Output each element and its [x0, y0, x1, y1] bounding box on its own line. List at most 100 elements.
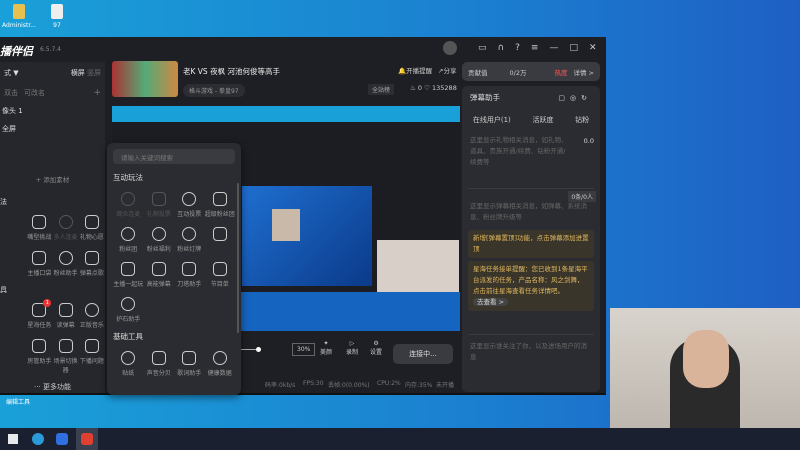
edge-icon[interactable] [32, 433, 44, 445]
tool-item[interactable]: 嘴型挑战 [26, 215, 52, 241]
portrait-tab[interactable]: 竖屏 [87, 69, 101, 77]
scene-tab[interactable]: 可改名 [24, 88, 45, 98]
tool-item[interactable]: 读弹幕 [53, 303, 79, 329]
popup-item[interactable]: 粉丝福利 [144, 227, 175, 253]
popup-tool[interactable]: 贴纸 [113, 351, 144, 377]
popup-item[interactable]: 护石助手 [113, 297, 144, 323]
rank-button[interactable]: 全站榜 [368, 84, 395, 95]
tool-item[interactable]: 正版音乐 [79, 303, 105, 329]
category-tag[interactable]: 格斗游戏 - 拳皇97 [183, 84, 245, 97]
right-panel: 贡献值 0/2万 热度 详情 > 弹幕助手 ▢◎↻ 在线用户(1) 活跃度 钻粉 这里显示礼… [462, 62, 600, 392]
stream-cover[interactable] [112, 61, 178, 97]
landscape-tab[interactable]: 横屏 [71, 69, 85, 77]
follow-message-placeholder: 这里显示谁关注了你，以及进场用户的消息 [468, 334, 594, 369]
tool-item[interactable]: 多人连麦 [53, 215, 79, 241]
tool-item[interactable]: 场景切换器 [53, 339, 79, 374]
section-basic-tools: 基础工具 [113, 332, 143, 341]
detail-link[interactable]: 详情 > [573, 67, 594, 77]
pin-feature-notice: 新增[弹幕置顶]功能，点击弹幕添加进置顶 [468, 230, 594, 258]
contribution-progress: 0/2万 [509, 68, 527, 77]
tool-item[interactable]: 下播问题 [79, 339, 105, 374]
maximize-icon[interactable]: □ [569, 43, 578, 53]
add-material-button[interactable]: + 添加素材 [0, 174, 105, 184]
popup-item[interactable]: 超级粉丝团 [205, 192, 236, 218]
app-icon[interactable] [56, 433, 68, 445]
gift-message-placeholder: 这里显示礼物相关消息，如礼物、道具、贵族开通/续费、钻粉开通/续费等 [470, 136, 568, 166]
app-logo: 播伴侣 [0, 45, 33, 58]
tool-item[interactable]: 弹幕点歌 [79, 251, 105, 277]
popup-item[interactable]: 刀塔助手 [174, 262, 205, 288]
assistant-tool-icons[interactable]: ▢◎↻ [558, 94, 592, 102]
popup-item[interactable] [205, 227, 236, 253]
tab-activity[interactable]: 活跃度 [532, 115, 553, 125]
record-button[interactable]: ▷ 录制 [346, 340, 358, 356]
remind-button[interactable]: 🔔开播提醒 [398, 65, 432, 75]
stream-title[interactable]: 老K VS 夜枫 河池何俊等高手 [183, 66, 280, 77]
fps: FPS:30 [303, 380, 324, 387]
zoom-value[interactable]: 30% [292, 343, 316, 356]
menu-icon[interactable]: ≡ [531, 43, 539, 53]
add-scene-button[interactable]: + [93, 88, 101, 98]
help-icon[interactable]: ? [515, 43, 520, 53]
tab-diamond-fans[interactable]: 钻粉 [575, 115, 589, 125]
zoom-slider-handle[interactable] [256, 347, 261, 352]
tool-item[interactable]: 粉丝助手 [53, 251, 79, 277]
tab-online-users[interactable]: 在线用户(1) [473, 115, 511, 125]
beauty-icon: ✦ [323, 340, 329, 347]
mode-dropdown[interactable]: 式 ▼ [4, 68, 19, 78]
tool-item[interactable]: 礼物心愿 [79, 215, 105, 241]
cpu: CPU:2% [377, 380, 401, 387]
settings-button[interactable]: ⚙ 设置 [370, 340, 382, 356]
desktop-icon-97[interactable]: 97 [38, 4, 76, 29]
function-search-input[interactable]: 请输入关键词搜索 [113, 149, 235, 164]
source-item[interactable]: 全屏 [0, 120, 105, 138]
section-title: 法 [0, 198, 7, 206]
popup-tool[interactable]: 健康数据 [205, 351, 236, 377]
desktop-label: 编辑工具 [6, 399, 31, 406]
popup-item[interactable]: 互动投票 [174, 192, 205, 218]
xinghai-task-notice: 星海任务接单提醒：您已收到1条星海平台派发的任务，产品名称：风之剑舞，点击前往星… [468, 261, 594, 311]
tool-item-xinghai[interactable]: 1 星海任务 [26, 299, 52, 329]
close-icon[interactable]: ✕ [589, 43, 597, 53]
popup-item[interactable]: 礼物投票 [144, 192, 175, 218]
gift-value: 0.0 [583, 137, 594, 145]
chat-icon[interactable]: ▭ [478, 43, 487, 53]
desktop-icon-admin[interactable]: Administr... [0, 4, 38, 29]
app-version: 6.5.7.4 [40, 46, 61, 53]
tool-item[interactable]: 房管助手 [26, 339, 52, 374]
tool-item[interactable]: 主播口袋 [26, 251, 52, 277]
headset-icon[interactable]: ∩ [498, 43, 505, 53]
beauty-button[interactable]: ✦ 美颜 [320, 340, 332, 356]
minimize-icon[interactable]: — [549, 43, 558, 53]
more-functions-popup: 请输入关键词搜索 互动玩法 观众连麦 礼物投票 互动投票 超级粉丝团 粉丝团 粉… [107, 143, 241, 395]
windows-start-icon[interactable] [8, 434, 18, 444]
avatar[interactable] [443, 41, 457, 55]
dropped-frames: 丢帧:0(0.00%) [328, 382, 370, 389]
share-button[interactable]: ↗分享 [438, 65, 456, 75]
notification-badge: 1 [43, 299, 52, 307]
left-panel: 式 ▼ 横屏 竖屏 双击 可改名 + 像头 1 全屏 + 添加素材 法 嘴型挑战 多人连… [0, 62, 105, 393]
contribution-bar[interactable]: 贡献值 0/2万 热度 详情 > [462, 62, 600, 81]
likes-count: ♨ 0 ♡ 135288 [410, 84, 457, 92]
section-interactive: 互动玩法 [113, 173, 143, 182]
popup-tool[interactable]: 歌词助手 [174, 351, 205, 377]
memory: 内存:35% [405, 382, 433, 389]
popup-item[interactable]: 主播一起玩 [113, 262, 144, 288]
bitrate: 码率:0kb/s [265, 382, 296, 389]
popup-item[interactable]: 粉丝团 [113, 227, 144, 253]
gear-icon: ⚙ [373, 340, 379, 347]
popup-item[interactable]: 高能弹幕 [144, 262, 175, 288]
more-functions-button[interactable]: ··· 更多功能 [0, 382, 105, 392]
source-item[interactable]: 像头 1 [0, 102, 105, 120]
popup-tool[interactable]: 声音分贝 [144, 351, 175, 377]
popup-scrollbar[interactable] [237, 183, 239, 333]
go-view-button[interactable]: 去查看 > [473, 298, 509, 306]
connect-button[interactable]: 连接中... [393, 344, 453, 364]
popup-item[interactable]: 粉丝灯牌 [174, 227, 205, 253]
scene-tab[interactable]: 双击 [4, 88, 18, 98]
live-status: 未开播 [436, 382, 455, 389]
taskbar [0, 428, 800, 450]
popup-item[interactable]: 节目单 [205, 262, 236, 288]
live-companion-taskbar-icon[interactable] [76, 428, 98, 450]
popup-item[interactable]: 观众连麦 [113, 192, 144, 218]
